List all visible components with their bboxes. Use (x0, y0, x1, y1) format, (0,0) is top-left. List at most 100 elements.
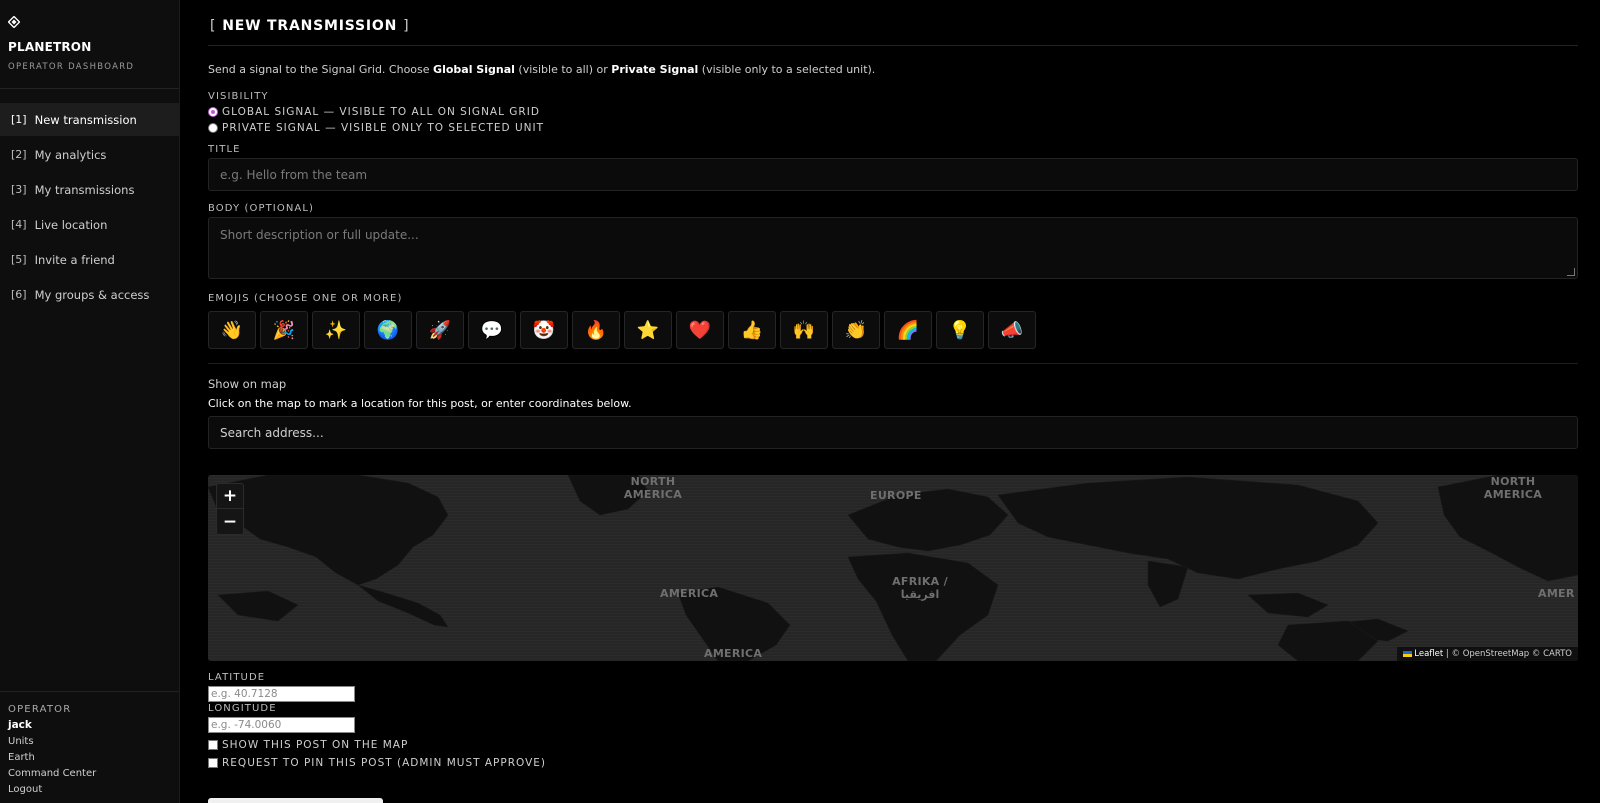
sidebar-item-number: [3] (11, 183, 27, 196)
emoji-sparkles[interactable]: ✨ (312, 311, 360, 349)
title-bracket-close: ] (403, 18, 410, 34)
brand-subtitle: OPERATOR DASHBOARD (8, 62, 135, 72)
emoji-party-popper[interactable]: 🎉 (260, 311, 308, 349)
emoji-thumbs-up[interactable]: 👍 (728, 311, 776, 349)
sidebar-item-label: My transmissions (34, 182, 135, 197)
operator-panel: OPERATOR jack Units Earth Command Center… (0, 691, 179, 803)
sidebar-item-new-transmission[interactable]: [1] New transmission (0, 103, 179, 136)
sidebar: PLANETRON OPERATOR DASHBOARD [1] New tra… (0, 0, 180, 803)
resize-handle-icon[interactable] (1567, 268, 1575, 276)
visibility-option-global[interactable]: GLOBAL SIGNAL — VISIBLE TO ALL ON SIGNAL… (208, 104, 1578, 120)
main-content: [ NEW TRANSMISSION ] Send a signal to th… (180, 0, 1600, 803)
sidebar-item-label: My analytics (34, 147, 107, 162)
sidebar-item-invite-a-friend[interactable]: [5] Invite a friend (0, 243, 179, 276)
logout-link[interactable]: Logout (8, 784, 171, 795)
sidebar-item-number: [2] (11, 148, 27, 161)
emoji-speech-bubble[interactable]: 💬 (468, 311, 516, 349)
zoom-in-button[interactable]: + (217, 484, 243, 509)
title-label: TITLE (208, 144, 241, 155)
latitude-label: LATITUDE (208, 672, 266, 683)
page-title: [ NEW TRANSMISSION ] (208, 18, 1578, 46)
sidebar-nav: [1] New transmission [2] My analytics [3… (0, 103, 179, 313)
command-center-link[interactable]: Command Center (8, 768, 171, 779)
request-pin-checkbox[interactable] (208, 758, 218, 768)
operator-username: jack (8, 719, 32, 731)
longitude-label: LONGITUDE (208, 703, 277, 714)
body-textarea[interactable]: Short description or full update... (208, 217, 1578, 279)
map-label-america-wrap: AMER (1538, 587, 1575, 600)
request-pin-option[interactable]: REQUEST TO PIN THIS POST (ADMIN MUST APP… (208, 755, 1578, 771)
emoji-rainbow[interactable]: 🌈 (884, 311, 932, 349)
intro-private-term: Private Signal (611, 63, 699, 76)
emoji-clapping[interactable]: 👏 (832, 311, 880, 349)
brand: PLANETRON OPERATOR DASHBOARD (0, 0, 179, 89)
map-label-europe: EUROPE (870, 489, 922, 502)
emoji-clown[interactable]: 🤡 (520, 311, 568, 349)
sidebar-item-number: [1] (11, 113, 27, 126)
private-signal-label: PRIVATE SIGNAL — VISIBLE ONLY TO SELECTE… (222, 122, 544, 134)
emojis-label: EMOJIS (CHOOSE ONE OR MORE) (208, 293, 403, 304)
sidebar-item-label: Invite a friend (34, 252, 115, 267)
sidebar-item-live-location[interactable]: [4] Live location (0, 208, 179, 241)
latitude-input[interactable]: e.g. 40.7128 (208, 686, 355, 702)
zoom-out-button[interactable]: − (217, 509, 243, 534)
map-label-north-america: NORTH AMERICA (623, 475, 683, 501)
global-signal-radio[interactable] (208, 107, 218, 117)
emoji-megaphone[interactable]: 📣 (988, 311, 1036, 349)
emoji-raised-hands[interactable]: 🙌 (780, 311, 828, 349)
page-title-text: NEW TRANSMISSION (222, 18, 398, 34)
map-section-description: Click on the map to mark a location for … (208, 397, 632, 410)
emoji-fire[interactable]: 🔥 (572, 311, 620, 349)
title-bracket-open: [ (210, 18, 217, 34)
emoji-globe[interactable]: 🌍 (364, 311, 412, 349)
private-signal-radio[interactable] (208, 123, 218, 133)
intro-text: Send a signal to the Signal Grid. Choose… (208, 63, 876, 76)
map-label-america: AMERICA (660, 587, 719, 600)
leaflet-link[interactable]: Leaflet (1414, 649, 1443, 659)
sidebar-item-label: New transmission (34, 112, 137, 127)
emoji-light-bulb[interactable]: 💡 (936, 311, 984, 349)
show-on-map-checkbox[interactable] (208, 740, 218, 750)
units-link[interactable]: Units (8, 736, 171, 747)
longitude-input[interactable]: e.g. -74.0060 (208, 717, 355, 733)
divider (208, 363, 1578, 364)
earth-link[interactable]: Earth (8, 752, 171, 763)
show-on-map-option[interactable]: SHOW THIS POST ON THE MAP (208, 737, 1578, 753)
map-section-title: Show on map (208, 377, 287, 391)
map-label-north-america-wrap: NORTH AMERICA (1483, 475, 1543, 501)
ukraine-flag-icon (1403, 650, 1413, 657)
sidebar-item-my-transmissions[interactable]: [3] My transmissions (0, 173, 179, 206)
intro-global-term: Global Signal (433, 63, 515, 76)
sidebar-item-label: My groups & access (34, 287, 150, 302)
emoji-waving-hand[interactable]: 👋 (208, 311, 256, 349)
request-pin-label: REQUEST TO PIN THIS POST (ADMIN MUST APP… (222, 757, 546, 769)
brand-name: PLANETRON (8, 40, 92, 54)
diamond-icon (7, 15, 171, 32)
visibility-label: VISIBILITY (208, 91, 269, 102)
map-label-africa: AFRIKA / افريقيا (892, 575, 948, 601)
sidebar-item-label: Live location (34, 217, 108, 232)
title-input[interactable]: e.g. Hello from the team (208, 158, 1578, 191)
map-zoom-control: + − (216, 483, 244, 535)
show-on-map-label: SHOW THIS POST ON THE MAP (222, 739, 409, 751)
emoji-picker: 👋 🎉 ✨ 🌍 🚀 💬 🤡 🔥 ⭐ ❤️ 👍 🙌 👏 🌈 💡 📣 (208, 311, 1578, 349)
body-placeholder: Short description or full update... (220, 228, 419, 242)
emoji-heart[interactable]: ❤️ (676, 311, 724, 349)
sidebar-item-number: [4] (11, 218, 27, 231)
sidebar-item-my-analytics[interactable]: [2] My analytics (0, 138, 179, 171)
map-label-south-america: AMERICA (704, 647, 763, 660)
sidebar-item-number: [5] (11, 253, 27, 266)
sidebar-item-number: [6] (11, 288, 27, 301)
app-root: PLANETRON OPERATOR DASHBOARD [1] New tra… (0, 0, 1600, 803)
map-tiles (208, 475, 1578, 661)
visibility-option-private[interactable]: PRIVATE SIGNAL — VISIBLE ONLY TO SELECTE… (208, 120, 1578, 136)
emoji-rocket[interactable]: 🚀 (416, 311, 464, 349)
location-map[interactable]: NORTH AMERICA EUROPE AMERICA AFRIKA / اف… (208, 475, 1578, 661)
address-search-input[interactable]: Search address... (208, 416, 1578, 449)
emoji-star[interactable]: ⭐ (624, 311, 672, 349)
submit-button[interactable] (208, 798, 383, 803)
body-label: BODY (OPTIONAL) (208, 203, 315, 214)
global-signal-label: GLOBAL SIGNAL — VISIBLE TO ALL ON SIGNAL… (222, 106, 540, 118)
sidebar-item-my-groups-access[interactable]: [6] My groups & access (0, 278, 179, 311)
attribution-text: | © OpenStreetMap © CARTO (1443, 649, 1572, 659)
